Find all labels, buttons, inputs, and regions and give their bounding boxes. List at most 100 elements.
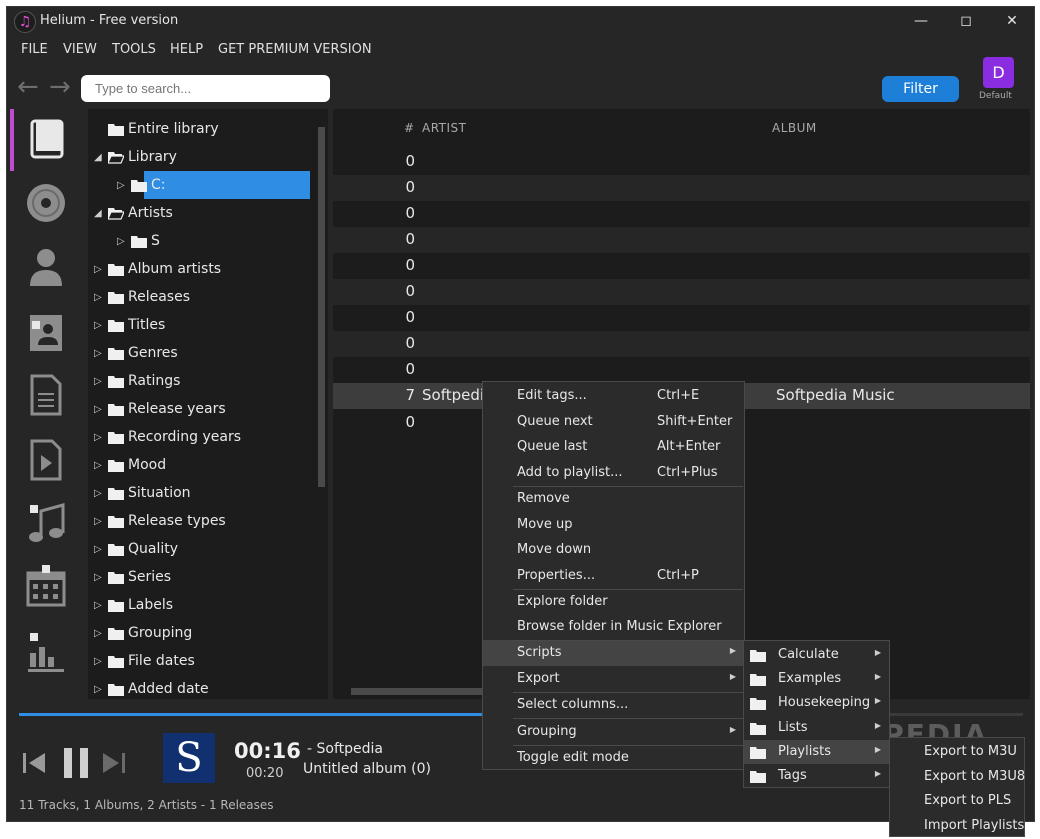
menu-item-shortcut: Alt+Enter [657,439,721,454]
track-row[interactable]: 0 [333,357,1030,383]
playlists-item-import-playlists[interactable]: Import Playlists [890,814,1024,838]
folder-icon [108,627,124,640]
track-row[interactable]: 0 [333,149,1030,175]
expand-arrow-icon[interactable]: ▷ [94,424,102,452]
nav-documents[interactable] [10,364,73,426]
disc-icon [27,184,65,222]
expand-arrow-icon[interactable]: ▷ [94,396,102,424]
expand-arrow-icon[interactable]: ▷ [94,536,102,564]
context-menu-item-explore-folder[interactable]: Explore folder [483,589,744,615]
track-row[interactable]: 0 [333,305,1030,331]
profile-avatar[interactable]: D [983,57,1014,88]
expand-arrow-icon[interactable]: ▷ [94,340,102,368]
menu-view[interactable]: VIEW [63,42,97,57]
search-input[interactable] [81,75,330,102]
expand-arrow-icon[interactable]: ▷ [94,676,102,704]
menu-tools[interactable]: TOOLS [112,42,156,57]
album-cover[interactable]: S [163,733,215,783]
context-menu-item-add-to-playlist[interactable]: Add to playlist... Ctrl+Plus [483,460,744,486]
forward-arrow-icon[interactable]: → [49,74,71,100]
tree-scrollbar[interactable] [315,109,328,699]
next-track-icon[interactable] [101,749,127,777]
collapse-arrow-icon[interactable]: ◢ [94,200,102,228]
nav-albums[interactable] [10,173,73,235]
track-row[interactable]: 0 [333,253,1030,279]
context-menu-item-properties[interactable]: Properties... Ctrl+P [483,563,744,589]
expand-arrow-icon[interactable]: ▷ [94,648,102,676]
context-menu-item-scripts[interactable]: Scripts ▶ [483,640,744,666]
context-menu-item-move-up[interactable]: Move up [483,512,744,538]
scripts-item-tags[interactable]: Tags ▶ [744,764,889,788]
expand-arrow-icon[interactable]: ▷ [94,564,102,592]
nav-statistics[interactable] [10,621,73,683]
now-playing-album[interactable]: Untitled album (0) [303,761,431,777]
submenu-item-label: Calculate [778,647,839,662]
nav-videos[interactable] [10,429,73,491]
context-menu-item-queue-next[interactable]: Queue next Shift+Enter [483,409,744,435]
submenu-arrow-icon: ▶ [874,648,881,657]
context-menu-item-browse-folder-in-music-explorer[interactable]: Browse folder in Music Explorer [483,614,744,640]
context-menu-item-queue-last[interactable]: Queue last Alt+Enter [483,434,744,460]
menu-item-label: Edit tags... [517,388,587,403]
expand-arrow-icon[interactable]: ▷ [94,312,102,340]
collapse-arrow-icon[interactable]: ◢ [94,144,102,172]
playlists-item-export-to-m3u[interactable]: Export to M3U [890,740,1024,764]
pause-icon[interactable] [61,745,91,781]
track-row[interactable]: 0 [333,331,1030,357]
scripts-item-lists[interactable]: Lists ▶ [744,716,889,740]
filter-button[interactable]: Filter [882,76,959,102]
scripts-item-examples[interactable]: Examples ▶ [744,667,889,691]
menu-get-premium[interactable]: GET PREMIUM VERSION [218,42,372,57]
playlists-item-export-to-m3u8[interactable]: Export to M3U8 [890,765,1025,789]
folder-icon [750,697,766,711]
previous-track-icon[interactable] [21,749,47,777]
scripts-item-housekeeping[interactable]: Housekeeping ▶ [744,691,889,715]
folder-icon [108,431,124,444]
context-menu-item-edit-tags[interactable]: Edit tags... Ctrl+E [483,383,744,409]
close-button[interactable]: ✕ [992,9,1032,35]
nav-library[interactable] [10,109,73,171]
tree-item-label: Series [128,569,172,585]
expand-arrow-icon[interactable]: ▷ [94,480,102,508]
maximize-button[interactable]: ◻ [946,9,986,35]
menu-help[interactable]: HELP [170,42,203,57]
hscrollbar-thumb[interactable] [351,688,501,695]
track-row[interactable]: 0 [333,201,1030,227]
context-menu-item-move-down[interactable]: Move down [483,537,744,563]
now-playing-artist[interactable]: - Softpedia [307,741,383,757]
track-row[interactable]: 0 [333,227,1030,253]
nav-artists[interactable] [10,236,73,298]
submenu-item-label: Examples [778,671,842,687]
scripts-item-playlists[interactable]: Playlists ▶ [744,739,889,764]
back-arrow-icon[interactable]: ← [17,74,39,100]
column-header-artist[interactable]: ARTIST [422,121,467,135]
track-row[interactable]: 0 [333,279,1030,305]
track-row[interactable]: 0 [333,175,1030,201]
context-menu-item-grouping[interactable]: Grouping ▶ [483,719,744,745]
expand-arrow-icon[interactable]: ▷ [94,508,102,536]
playlists-item-export-to-pls[interactable]: Export to PLS [890,789,1024,813]
tree-item-label: Album artists [128,261,222,277]
folder-icon [108,123,124,136]
column-header-number[interactable]: # [404,121,415,135]
expand-arrow-icon[interactable]: ▷ [94,368,102,396]
context-menu-item-remove[interactable]: Remove [483,486,744,512]
nav-calendar[interactable] [10,557,73,619]
expand-arrow-icon[interactable]: ▷ [94,284,102,312]
context-menu-item-toggle-edit-mode[interactable]: Toggle edit mode [483,745,744,771]
nav-music[interactable] [10,493,73,555]
expand-arrow-icon[interactable]: ▷ [117,228,125,256]
context-menu-item-select-columns[interactable]: Select columns... [483,692,744,718]
expand-arrow-icon[interactable]: ▷ [94,452,102,480]
column-header-album[interactable]: ALBUM [772,121,817,135]
context-menu-item-export[interactable]: Export ▶ [483,666,744,692]
minimize-button[interactable]: — [901,9,941,35]
scripts-item-calculate[interactable]: Calculate ▶ [744,643,889,667]
expand-arrow-icon[interactable]: ▷ [94,592,102,620]
expand-arrow-icon[interactable]: ▷ [117,172,125,200]
nav-contacts[interactable] [10,301,73,363]
expand-arrow-icon[interactable]: ▷ [94,256,102,284]
expand-arrow-icon[interactable]: ▷ [94,620,102,648]
menu-file[interactable]: FILE [21,42,48,57]
tree-scrollbar-thumb[interactable] [318,127,325,487]
